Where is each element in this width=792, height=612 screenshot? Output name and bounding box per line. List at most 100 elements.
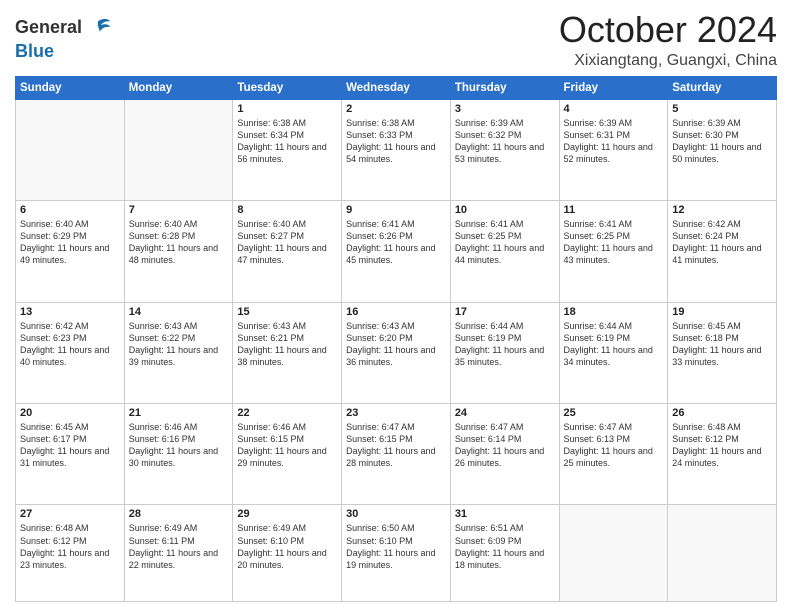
calendar-cell: 29Sunrise: 6:49 AMSunset: 6:10 PMDayligh…	[233, 505, 342, 602]
day-number: 3	[455, 103, 555, 115]
day-info: Sunrise: 6:43 AMSunset: 6:22 PMDaylight:…	[129, 320, 229, 369]
day-info: Sunrise: 6:44 AMSunset: 6:19 PMDaylight:…	[564, 320, 664, 369]
weekday-header-tuesday: Tuesday	[233, 76, 342, 99]
calendar-cell: 23 Sunrise: 6:47 AMSunset: 6:15 PMDayligh…	[342, 404, 451, 505]
day-info: Sunrise: 6:48 AMSunset: 6:12 PMDaylight:…	[20, 522, 120, 571]
calendar-week-3: 13 Sunrise: 6:42 AMSunset: 6:23 PMDayligh…	[16, 302, 777, 403]
calendar-cell: 5Sunrise: 6:39 AMSunset: 6:30 PMDaylight…	[668, 99, 777, 200]
day-number: 16	[346, 306, 446, 318]
day-number: 23	[346, 407, 446, 419]
header: General Blue October 2024 Xixiangtang, G…	[15, 10, 777, 70]
calendar-table: SundayMondayTuesdayWednesdayThursdayFrid…	[15, 76, 777, 602]
day-number: 22	[237, 407, 337, 419]
day-number: 31	[455, 508, 555, 520]
day-number: 24	[455, 407, 555, 419]
day-number: 12	[672, 204, 772, 216]
calendar-cell: 17Sunrise: 6:44 AMSunset: 6:19 PMDayligh…	[450, 302, 559, 403]
weekday-header-thursday: Thursday	[450, 76, 559, 99]
logo: General Blue	[15, 14, 112, 62]
calendar-cell: 14 Sunrise: 6:43 AMSunset: 6:22 PMDayligh…	[124, 302, 233, 403]
calendar-cell: 20Sunrise: 6:45 AMSunset: 6:17 PMDayligh…	[16, 404, 125, 505]
day-info: Sunrise: 6:47 AMSunset: 6:13 PMDaylight:…	[564, 421, 664, 470]
calendar-week-4: 20Sunrise: 6:45 AMSunset: 6:17 PMDayligh…	[16, 404, 777, 505]
day-info: Sunrise: 6:41 AMSunset: 6:25 PMDaylight:…	[455, 218, 555, 267]
calendar-cell	[668, 505, 777, 602]
day-info: Sunrise: 6:44 AMSunset: 6:19 PMDaylight:…	[455, 320, 555, 369]
weekday-header-friday: Friday	[559, 76, 668, 99]
calendar-cell	[559, 505, 668, 602]
day-info: Sunrise: 6:42 AMSunset: 6:24 PMDaylight:…	[672, 218, 772, 267]
weekday-header-wednesday: Wednesday	[342, 76, 451, 99]
calendar-cell: 16 Sunrise: 6:43 AMSunset: 6:20 PMDayligh…	[342, 302, 451, 403]
day-number: 29	[237, 508, 337, 520]
weekday-header-saturday: Saturday	[668, 76, 777, 99]
day-number: 6	[20, 204, 120, 216]
title-section: October 2024 Xixiangtang, Guangxi, China	[559, 10, 777, 70]
calendar-cell: 30Sunrise: 6:50 AMSunset: 6:10 PMDayligh…	[342, 505, 451, 602]
day-number: 26	[672, 407, 772, 419]
calendar-cell: 8 Sunrise: 6:40 AMSunset: 6:27 PMDaylight…	[233, 201, 342, 302]
calendar-cell: 22 Sunrise: 6:46 AMSunset: 6:15 PMDayligh…	[233, 404, 342, 505]
day-number: 15	[237, 306, 337, 318]
weekday-header-sunday: Sunday	[16, 76, 125, 99]
calendar-cell: 7 Sunrise: 6:40 AMSunset: 6:28 PMDaylight…	[124, 201, 233, 302]
day-number: 18	[564, 306, 664, 318]
day-info: Sunrise: 6:47 AMSunset: 6:14 PMDaylight:…	[455, 421, 555, 470]
day-number: 19	[672, 306, 772, 318]
calendar-cell: 28 Sunrise: 6:49 AMSunset: 6:11 PMDayligh…	[124, 505, 233, 602]
day-info: Sunrise: 6:48 AMSunset: 6:12 PMDaylight:…	[672, 421, 772, 470]
calendar-cell: 31 Sunrise: 6:51 AMSunset: 6:09 PMDayligh…	[450, 505, 559, 602]
day-number: 1	[237, 103, 337, 115]
day-number: 30	[346, 508, 446, 520]
day-info: Sunrise: 6:42 AMSunset: 6:23 PMDaylight:…	[20, 320, 120, 369]
day-info: Sunrise: 6:40 AMSunset: 6:28 PMDaylight:…	[129, 218, 229, 267]
calendar-cell: 1Sunrise: 6:38 AMSunset: 6:34 PMDaylight…	[233, 99, 342, 200]
calendar-cell: 6 Sunrise: 6:40 AMSunset: 6:29 PMDaylight…	[16, 201, 125, 302]
calendar-cell: 24 Sunrise: 6:47 AMSunset: 6:14 PMDayligh…	[450, 404, 559, 505]
day-info: Sunrise: 6:45 AMSunset: 6:17 PMDaylight:…	[20, 421, 120, 470]
day-number: 21	[129, 407, 229, 419]
day-info: Sunrise: 6:46 AMSunset: 6:15 PMDaylight:…	[237, 421, 337, 470]
logo-blue: Blue	[15, 41, 54, 61]
day-info: Sunrise: 6:47 AMSunset: 6:15 PMDaylight:…	[346, 421, 446, 470]
day-info: Sunrise: 6:40 AMSunset: 6:29 PMDaylight:…	[20, 218, 120, 267]
day-number: 28	[129, 508, 229, 520]
day-info: Sunrise: 6:49 AMSunset: 6:11 PMDaylight:…	[129, 522, 229, 571]
calendar-week-5: 27 Sunrise: 6:48 AMSunset: 6:12 PMDayligh…	[16, 505, 777, 602]
logo-bird-icon	[84, 14, 112, 42]
calendar-cell	[16, 99, 125, 200]
day-number: 27	[20, 508, 120, 520]
calendar-cell: 4Sunrise: 6:39 AMSunset: 6:31 PMDaylight…	[559, 99, 668, 200]
day-number: 14	[129, 306, 229, 318]
page: General Blue October 2024 Xixiangtang, G…	[0, 0, 792, 612]
weekday-header-monday: Monday	[124, 76, 233, 99]
calendar-cell: 9Sunrise: 6:41 AMSunset: 6:26 PMDaylight…	[342, 201, 451, 302]
day-number: 10	[455, 204, 555, 216]
calendar-cell: 19Sunrise: 6:45 AMSunset: 6:18 PMDayligh…	[668, 302, 777, 403]
calendar-cell: 25Sunrise: 6:47 AMSunset: 6:13 PMDayligh…	[559, 404, 668, 505]
calendar-week-2: 6 Sunrise: 6:40 AMSunset: 6:29 PMDaylight…	[16, 201, 777, 302]
calendar-cell: 18 Sunrise: 6:44 AMSunset: 6:19 PMDayligh…	[559, 302, 668, 403]
day-info: Sunrise: 6:40 AMSunset: 6:27 PMDaylight:…	[237, 218, 337, 267]
day-number: 7	[129, 204, 229, 216]
calendar-cell: 13 Sunrise: 6:42 AMSunset: 6:23 PMDayligh…	[16, 302, 125, 403]
day-number: 8	[237, 204, 337, 216]
weekday-header-row: SundayMondayTuesdayWednesdayThursdayFrid…	[16, 76, 777, 99]
day-number: 4	[564, 103, 664, 115]
logo-general: General	[15, 18, 82, 38]
day-info: Sunrise: 6:51 AMSunset: 6:09 PMDaylight:…	[455, 522, 555, 571]
calendar-cell: 15 Sunrise: 6:43 AMSunset: 6:21 PMDayligh…	[233, 302, 342, 403]
day-info: Sunrise: 6:41 AMSunset: 6:26 PMDaylight:…	[346, 218, 446, 267]
day-info: Sunrise: 6:41 AMSunset: 6:25 PMDaylight:…	[564, 218, 664, 267]
day-info: Sunrise: 6:46 AMSunset: 6:16 PMDaylight:…	[129, 421, 229, 470]
location-title: Xixiangtang, Guangxi, China	[559, 52, 777, 70]
calendar-cell: 10 Sunrise: 6:41 AMSunset: 6:25 PMDayligh…	[450, 201, 559, 302]
calendar-cell: 11Sunrise: 6:41 AMSunset: 6:25 PMDayligh…	[559, 201, 668, 302]
day-number: 5	[672, 103, 772, 115]
day-info: Sunrise: 6:43 AMSunset: 6:21 PMDaylight:…	[237, 320, 337, 369]
day-number: 13	[20, 306, 120, 318]
month-title: October 2024	[559, 10, 777, 50]
day-info: Sunrise: 6:43 AMSunset: 6:20 PMDaylight:…	[346, 320, 446, 369]
calendar-week-1: 1Sunrise: 6:38 AMSunset: 6:34 PMDaylight…	[16, 99, 777, 200]
calendar-cell	[124, 99, 233, 200]
